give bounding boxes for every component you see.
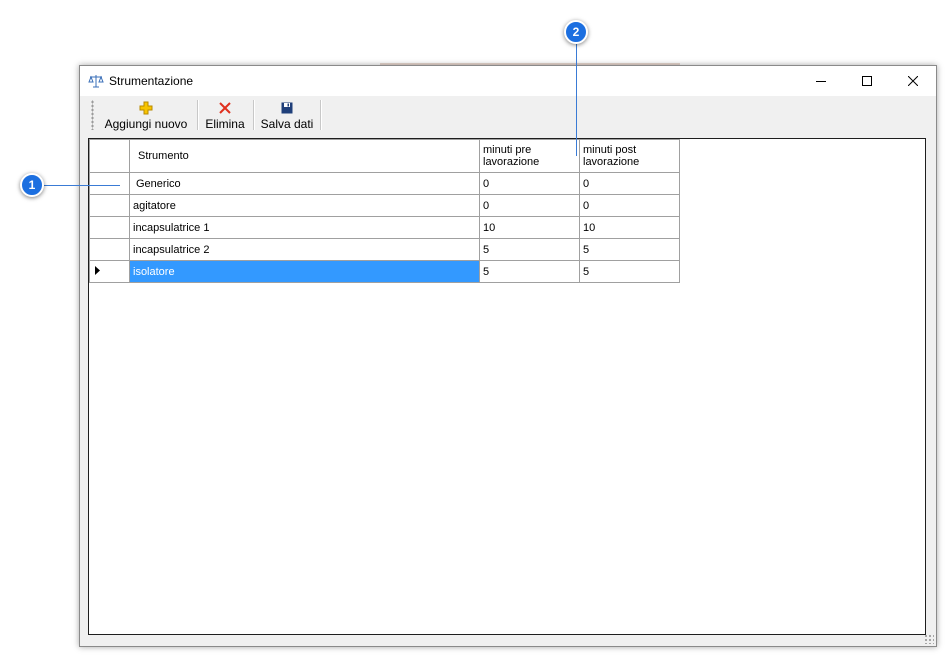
cell-minuti-post[interactable]: 5: [579, 260, 680, 283]
maximize-icon: [862, 76, 872, 86]
add-new-button[interactable]: Aggiungi nuovo: [101, 98, 191, 132]
title-bar[interactable]: Strumentazione: [80, 66, 936, 96]
toolbar-separator: [320, 100, 322, 130]
window-title: Strumentazione: [109, 74, 194, 88]
data-grid-table: Strumento minuti pre lavorazione minuti …: [89, 139, 680, 283]
row-header-current[interactable]: [89, 260, 130, 283]
row-header[interactable]: [89, 172, 130, 195]
grid-header-row: Strumento minuti pre lavorazione minuti …: [89, 139, 680, 173]
table-row[interactable]: incapsulatrice 1 10 10: [89, 216, 680, 239]
toolbar-separator: [253, 100, 255, 130]
strumentazione-window: Strumentazione Aggiungi nuovo Elimina Sa…: [79, 65, 937, 647]
callout-1: 1: [20, 173, 44, 197]
table-row[interactable]: Generico 0 0: [89, 172, 680, 195]
cell-minuti-post[interactable]: 5: [579, 238, 680, 261]
cell-strumento[interactable]: incapsulatrice 1: [129, 216, 480, 239]
table-row-current[interactable]: isolatore 5 5: [89, 260, 680, 283]
table-row[interactable]: incapsulatrice 2 5 5: [89, 238, 680, 261]
resize-grip[interactable]: [924, 634, 934, 644]
column-header-strumento[interactable]: Strumento: [129, 139, 480, 173]
add-new-label: Aggiungi nuovo: [104, 117, 188, 131]
cell-minuti-pre[interactable]: 0: [479, 172, 580, 195]
close-button[interactable]: [890, 66, 936, 96]
table-row[interactable]: agitatore 0 0: [89, 194, 680, 217]
minimize-icon: [816, 81, 826, 82]
delete-label: Elimina: [205, 117, 245, 131]
maximize-button[interactable]: [844, 66, 890, 96]
delete-button[interactable]: Elimina: [202, 98, 248, 132]
cell-strumento[interactable]: agitatore: [129, 194, 480, 217]
cell-minuti-pre[interactable]: 5: [479, 260, 580, 283]
row-header[interactable]: [89, 194, 130, 217]
cell-minuti-pre[interactable]: 10: [479, 216, 580, 239]
save-data-button[interactable]: Salva dati: [258, 98, 316, 132]
floppy-disk-icon: [281, 100, 293, 116]
callout-2: 2: [564, 20, 588, 44]
cell-minuti-post[interactable]: 10: [579, 216, 680, 239]
cell-strumento[interactable]: Generico: [129, 172, 480, 195]
row-header[interactable]: [89, 238, 130, 261]
callout-2-line: [576, 44, 577, 156]
toolbar: Aggiungi nuovo Elimina Salva dati: [80, 96, 322, 134]
cell-strumento[interactable]: incapsulatrice 2: [129, 238, 480, 261]
toolbar-grip[interactable]: [91, 100, 94, 130]
toolbar-separator: [197, 100, 199, 130]
row-header[interactable]: [89, 216, 130, 239]
column-header-minuti-post[interactable]: minuti post lavorazione: [579, 139, 680, 173]
column-header-minuti-pre[interactable]: minuti pre lavorazione: [479, 139, 580, 173]
cell-minuti-post[interactable]: 0: [579, 172, 680, 195]
callout-1-line: [44, 185, 120, 186]
cell-minuti-pre[interactable]: 0: [479, 194, 580, 217]
cell-strumento-selected[interactable]: isolatore: [129, 260, 480, 283]
plus-icon: [139, 100, 153, 116]
minimize-button[interactable]: [798, 66, 844, 96]
data-grid[interactable]: Strumento minuti pre lavorazione minuti …: [88, 138, 926, 635]
grid-corner-header[interactable]: [89, 139, 130, 173]
x-icon: [219, 100, 231, 116]
cell-minuti-pre[interactable]: 5: [479, 238, 580, 261]
close-icon: [908, 76, 918, 86]
current-row-arrow-icon: [95, 265, 100, 275]
save-data-label: Salva dati: [260, 117, 314, 131]
cell-minuti-post[interactable]: 0: [579, 194, 680, 217]
balance-scale-icon: [88, 73, 104, 89]
